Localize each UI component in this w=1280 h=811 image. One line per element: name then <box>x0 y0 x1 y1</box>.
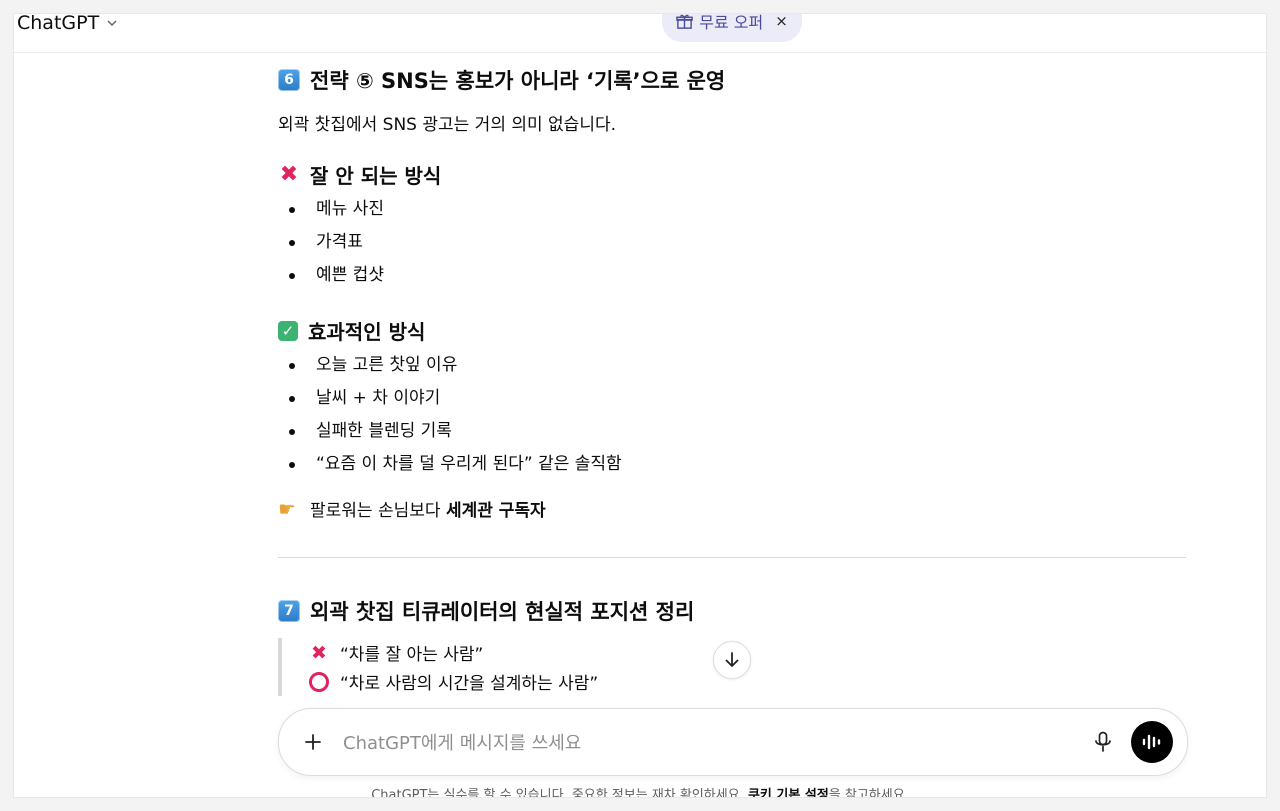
free-offer-banner[interactable]: 무료 오퍼 × <box>662 14 802 42</box>
bad-approach-heading: ✖ 잘 안 되는 방식 <box>278 160 442 189</box>
offer-label: 무료 오퍼 <box>699 14 764 32</box>
number-7-icon: 7 <box>278 600 300 622</box>
position-blockquote: ✖ “차를 잘 아는 사람” “차로 사람의 시간을 설계하는 사람” <box>278 638 598 696</box>
section-7-heading: 7 외곽 찻집 티큐레이터의 현실적 포지션 정리 <box>278 596 694 626</box>
list-item: 가격표 <box>278 226 384 259</box>
model-name: ChatGPT <box>17 14 100 34</box>
cookie-settings-link[interactable]: 쿠키 기본 설정 <box>748 788 829 797</box>
list-item: 예쁜 컵샷 <box>278 259 384 292</box>
list-item: 오늘 고른 찻잎 이유 <box>278 349 1178 382</box>
cross-mark-icon: ✖ <box>311 641 327 664</box>
section-6-intro: 외곽 찻집에서 SNS 광고는 거의 의미 없습니다. <box>278 115 617 135</box>
list-item: 실패한 블렌딩 기록 <box>278 415 1178 448</box>
section-divider <box>278 557 1186 558</box>
bad-approach-list: 메뉴 사진 가격표 예쁜 컵샷 <box>278 193 384 292</box>
voice-wave-icon <box>1142 734 1161 750</box>
close-icon[interactable]: × <box>775 14 788 30</box>
key-point-text: 팔로워는 손님보다 <box>310 501 446 521</box>
plus-icon <box>305 734 321 750</box>
disclaimer-footer: ChatGPT는 실수를 할 수 있습니다. 중요한 정보는 재차 확인하세요.… <box>14 784 1266 797</box>
good-approach-list: 오늘 고른 찻잎 이유 날씨 + 차 이야기 실패한 블렌딩 기록 “요즘 이 … <box>278 349 1178 481</box>
quote-yes-text: “차로 사람의 시간을 설계하는 사람” <box>340 674 599 694</box>
quote-no-text: “차를 잘 아는 사람” <box>340 645 484 665</box>
pointing-hand-icon: ☛ <box>278 496 296 521</box>
chat-window: ChatGPT 무료 오퍼 × 6 전략 ⑤ SNS는 홍보가 아니라 ‘기록’… <box>14 14 1266 797</box>
microphone-icon <box>1095 731 1111 752</box>
quote-line-no: ✖ “차를 잘 아는 사람” <box>308 638 598 667</box>
scroll-to-bottom-button[interactable] <box>713 641 751 679</box>
good-approach-title: 효과적인 방식 <box>308 320 426 344</box>
good-approach-heading: ✓ 효과적인 방식 <box>278 316 425 345</box>
check-box-icon: ✓ <box>278 320 298 341</box>
model-selector[interactable]: ChatGPT <box>17 14 119 37</box>
cross-mark-icon: ✖ <box>279 162 299 187</box>
section-7-title: 외곽 찻집 티큐레이터의 현실적 포지션 정리 <box>310 600 695 624</box>
message-composer <box>278 708 1188 776</box>
disclaimer-text-end: 을 참고하세요. <box>828 788 909 797</box>
number-6-icon: 6 <box>278 69 300 91</box>
attach-button[interactable] <box>297 726 329 758</box>
chevron-down-icon <box>107 20 117 27</box>
top-bar: ChatGPT 무료 오퍼 × <box>14 14 1266 53</box>
list-item: 날씨 + 차 이야기 <box>278 382 1178 415</box>
message-input[interactable] <box>341 727 1065 759</box>
section-6-heading: 6 전략 ⑤ SNS는 홍보가 아니라 ‘기록’으로 운영 <box>278 65 725 95</box>
quote-line-yes: “차로 사람의 시간을 설계하는 사람” <box>308 667 598 696</box>
key-point: ☛ 팔로워는 손님보다 세계관 구독자 <box>278 496 546 522</box>
bad-approach-title: 잘 안 되는 방식 <box>310 164 442 188</box>
list-item: “요즘 이 차를 덜 우리게 된다” 같은 솔직함 <box>278 448 1178 481</box>
dictate-button[interactable] <box>1089 728 1117 756</box>
arrow-down-icon <box>725 652 739 667</box>
voice-mode-button[interactable] <box>1131 721 1173 763</box>
circle-icon <box>309 671 329 692</box>
gift-icon <box>676 14 693 29</box>
list-item: 메뉴 사진 <box>278 193 384 226</box>
key-point-bold: 세계관 구독자 <box>445 501 546 521</box>
section-6-title: 전략 ⑤ SNS는 홍보가 아니라 ‘기록’으로 운영 <box>310 69 726 93</box>
disclaimer-text: ChatGPT는 실수를 할 수 있습니다. 중요한 정보는 재차 확인하세요. <box>371 788 748 797</box>
